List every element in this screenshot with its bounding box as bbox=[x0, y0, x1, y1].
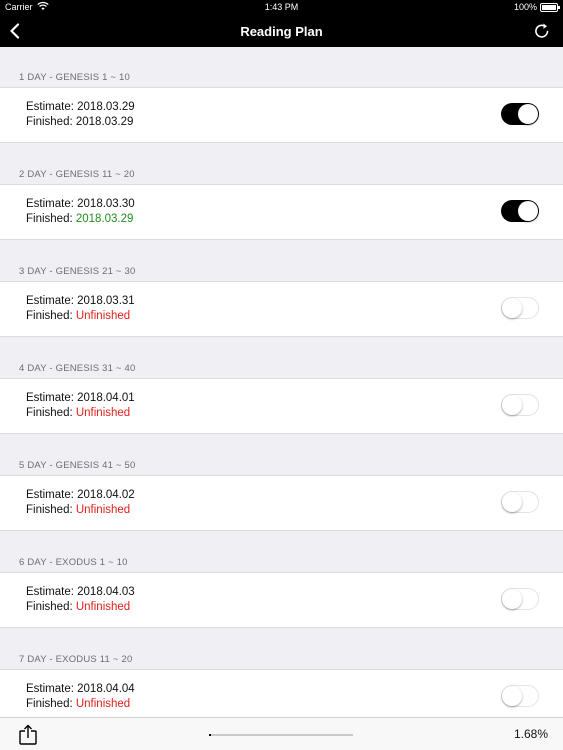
finished-value: Unfinished bbox=[75, 504, 131, 516]
finished-row: Finished: 2018.03.29 bbox=[26, 213, 133, 225]
finished-label: Finished: bbox=[26, 698, 76, 710]
finished-value: Unfinished bbox=[75, 698, 131, 710]
finished-row: Finished: Unfinished bbox=[26, 504, 130, 516]
finished-toggle[interactable] bbox=[501, 394, 539, 416]
finished-toggle[interactable] bbox=[501, 200, 539, 222]
plan-section: 2 DAY - GENESIS 11 ~ 20 Estimate: 2018.03… bbox=[0, 144, 563, 241]
finished-toggle[interactable] bbox=[501, 685, 539, 707]
plan-cell: Estimate: 2018.04.02 Finished: Unfinished bbox=[0, 475, 563, 531]
section-header: 7 DAY - EXODUS 11 ~ 20 bbox=[19, 654, 133, 665]
plan-section: 4 DAY - GENESIS 31 ~ 40 Estimate: 2018.04… bbox=[0, 338, 563, 435]
estimate-label: Estimate: 2018.03.31 bbox=[26, 295, 135, 307]
finished-label: Finished: bbox=[26, 601, 76, 613]
estimate-label: Estimate: 2018.04.01 bbox=[26, 392, 135, 404]
plan-cell: Estimate: 2018.03.30 Finished: 2018.03.29 bbox=[0, 184, 563, 240]
finished-row: Finished: Unfinished bbox=[26, 601, 130, 613]
finished-value: Unfinished bbox=[75, 310, 131, 322]
plan-cell: Estimate: 2018.03.31 Finished: Unfinished bbox=[0, 281, 563, 337]
finished-label: Finished: bbox=[26, 310, 76, 322]
finished-toggle[interactable] bbox=[501, 103, 539, 125]
finished-label: Finished: bbox=[26, 504, 76, 516]
finished-value: Unfinished bbox=[75, 407, 131, 419]
section-header: 4 DAY - GENESIS 31 ~ 40 bbox=[19, 363, 136, 374]
refresh-icon[interactable] bbox=[533, 22, 551, 40]
plan-section: 6 DAY - EXODUS 1 ~ 10 Estimate: 2018.04.0… bbox=[0, 532, 563, 629]
section-header: 5 DAY - GENESIS 41 ~ 50 bbox=[19, 460, 136, 471]
plan-cell: Estimate: 2018.03.29 Finished: 2018.03.29 bbox=[0, 87, 563, 143]
finished-label: Finished: bbox=[26, 116, 76, 128]
finished-toggle[interactable] bbox=[501, 297, 539, 319]
status-bar: Carrier 1:43 PM 100% bbox=[0, 0, 563, 15]
toggle-knob bbox=[518, 201, 538, 221]
finished-value: 2018.03.29 bbox=[75, 213, 134, 225]
plan-section: 7 DAY - EXODUS 11 ~ 20 Estimate: 2018.04.… bbox=[0, 629, 563, 717]
toggle-knob bbox=[502, 298, 522, 318]
share-icon[interactable] bbox=[18, 724, 38, 745]
finished-label: Finished: bbox=[26, 213, 76, 225]
estimate-label: Estimate: 2018.04.03 bbox=[26, 586, 135, 598]
plan-section: 1 DAY - GENESIS 1 ~ 10 Estimate: 2018.03.… bbox=[0, 47, 563, 144]
finished-row: Finished: Unfinished bbox=[26, 310, 130, 322]
toggle-knob bbox=[502, 395, 522, 415]
finished-value: 2018.03.29 bbox=[75, 116, 134, 128]
finished-label: Finished: bbox=[26, 407, 76, 419]
finished-toggle[interactable] bbox=[501, 588, 539, 610]
finished-value: Unfinished bbox=[75, 601, 131, 613]
finished-row: Finished: Unfinished bbox=[26, 698, 130, 710]
toggle-knob bbox=[502, 492, 522, 512]
reading-plan-list[interactable]: 1 DAY - GENESIS 1 ~ 10 Estimate: 2018.03.… bbox=[0, 47, 563, 717]
plan-cell: Estimate: 2018.04.03 Finished: Unfinished bbox=[0, 572, 563, 628]
page-title: Reading Plan bbox=[240, 24, 323, 39]
toggle-knob bbox=[502, 686, 522, 706]
plan-section: 3 DAY - GENESIS 21 ~ 30 Estimate: 2018.03… bbox=[0, 241, 563, 338]
section-header: 3 DAY - GENESIS 21 ~ 30 bbox=[19, 266, 136, 277]
nav-bar: Reading Plan bbox=[0, 15, 563, 47]
estimate-label: Estimate: 2018.04.04 bbox=[26, 683, 135, 695]
progress-fill bbox=[209, 734, 212, 736]
plan-cell: Estimate: 2018.04.01 Finished: Unfinished bbox=[0, 378, 563, 434]
finished-row: Finished: 2018.03.29 bbox=[26, 116, 133, 128]
section-header: 1 DAY - GENESIS 1 ~ 10 bbox=[19, 72, 130, 83]
toggle-knob bbox=[502, 589, 522, 609]
estimate-label: Estimate: 2018.03.30 bbox=[26, 198, 135, 210]
bottom-toolbar: 1.68% bbox=[0, 717, 563, 750]
progress-bar bbox=[209, 734, 353, 736]
estimate-label: Estimate: 2018.03.29 bbox=[26, 101, 135, 113]
section-header: 2 DAY - GENESIS 11 ~ 20 bbox=[19, 169, 135, 180]
progress-percent: 1.68% bbox=[513, 727, 548, 741]
section-header: 6 DAY - EXODUS 1 ~ 10 bbox=[19, 557, 128, 568]
toggle-knob bbox=[518, 104, 538, 124]
battery-percent: 100% bbox=[513, 2, 537, 12]
estimate-label: Estimate: 2018.04.02 bbox=[26, 489, 135, 501]
finished-row: Finished: Unfinished bbox=[26, 407, 130, 419]
battery-icon bbox=[540, 3, 560, 12]
clock: 1:43 PM bbox=[264, 2, 299, 12]
finished-toggle[interactable] bbox=[501, 491, 539, 513]
plan-cell: Estimate: 2018.04.04 Finished: Unfinished bbox=[0, 669, 563, 717]
plan-section: 5 DAY - GENESIS 41 ~ 50 Estimate: 2018.04… bbox=[0, 435, 563, 532]
